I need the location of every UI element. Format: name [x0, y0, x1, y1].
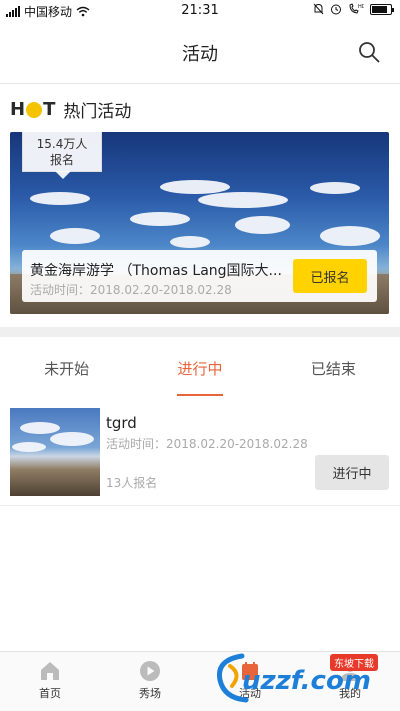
activity-time: 活动时间：2018.02.20-2018.02.28 [106, 437, 308, 451]
tab-in-progress[interactable]: 进行中 [133, 338, 266, 398]
banner-cloud [30, 192, 90, 205]
hot-logo-h: H [10, 99, 26, 120]
in-progress-button[interactable]: 进行中 [315, 455, 389, 490]
banner-cloud [320, 226, 380, 246]
bottom-nav: 首页 秀场 活动 我的 [0, 651, 400, 711]
hot-logo-t: T [43, 99, 56, 120]
activity-list-item[interactable]: tgrd 活动时间：2018.02.20-2018.02.28 13人报名 进行… [0, 406, 400, 506]
nav-label-profile: 我的 [339, 687, 361, 700]
play-icon [140, 661, 160, 681]
hot-logo: HT [10, 99, 55, 120]
section-divider [0, 327, 400, 337]
home-icon [41, 662, 59, 680]
alarm-icon [331, 4, 341, 15]
signed-up-button[interactable]: 已报名 [293, 259, 367, 293]
activity-signup-count: 13人报名 [106, 476, 158, 490]
search-icon[interactable] [358, 41, 380, 63]
banner-info-card: 黄金海岸游学 （Thomas Lang国际大... 活动时间：2018.02.2… [22, 250, 377, 302]
activity-tabs: 未开始 进行中 已结束 [0, 338, 400, 398]
banner-cloud [160, 180, 230, 194]
hot-activity-banner[interactable]: 15.4万人 报名 黄金海岸游学 （Thomas Lang国际大... 活动时间… [10, 132, 389, 314]
nav-item-profile[interactable]: 我的 [300, 652, 400, 711]
banner-activity-title: 黄金海岸游学 （Thomas Lang国际大... [30, 263, 282, 279]
tab-not-started[interactable]: 未开始 [0, 338, 133, 398]
banner-activity-time: 活动时间：2018.02.20-2018.02.28 [30, 283, 232, 297]
activity-icon [242, 662, 258, 680]
page-title: 活动 [182, 44, 218, 65]
banner-cloud [235, 216, 290, 234]
nav-item-activity[interactable]: 活动 [200, 652, 300, 711]
signup-count-tag: 15.4万人 报名 [22, 132, 102, 179]
nav-bar: 活动 [0, 22, 400, 84]
tab-ended[interactable]: 已结束 [267, 338, 400, 398]
hd-call-icon: HD [349, 3, 364, 14]
activity-title: tgrd [106, 414, 137, 432]
status-right: HD [313, 3, 394, 15]
nav-item-show[interactable]: 秀场 [100, 652, 200, 711]
profile-icon [341, 662, 359, 681]
signup-count-suffix: 报名 [49, 153, 74, 167]
activity-thumbnail [10, 408, 100, 496]
nav-label-home: 首页 [39, 687, 61, 700]
battery-icon [370, 3, 394, 15]
banner-cloud [130, 212, 190, 226]
hot-section-title: 热门活动 [63, 102, 132, 122]
banner-cloud [310, 182, 360, 194]
nav-label-activity: 活动 [239, 687, 261, 700]
nav-item-home[interactable]: 首页 [0, 652, 100, 711]
mute-bell-icon [313, 3, 324, 15]
banner-cloud [198, 192, 288, 208]
status-bar: 中国移动 21:31 HD [0, 0, 400, 22]
banner-cloud [50, 228, 100, 244]
signup-count: 15.4万人 [36, 137, 88, 151]
banner-cloud [170, 236, 210, 248]
svg-text:HD: HD [358, 4, 364, 10]
hot-section-header: HT 热门活动 [10, 97, 131, 122]
nav-label-show: 秀场 [139, 687, 161, 700]
hot-logo-dot [26, 101, 43, 118]
